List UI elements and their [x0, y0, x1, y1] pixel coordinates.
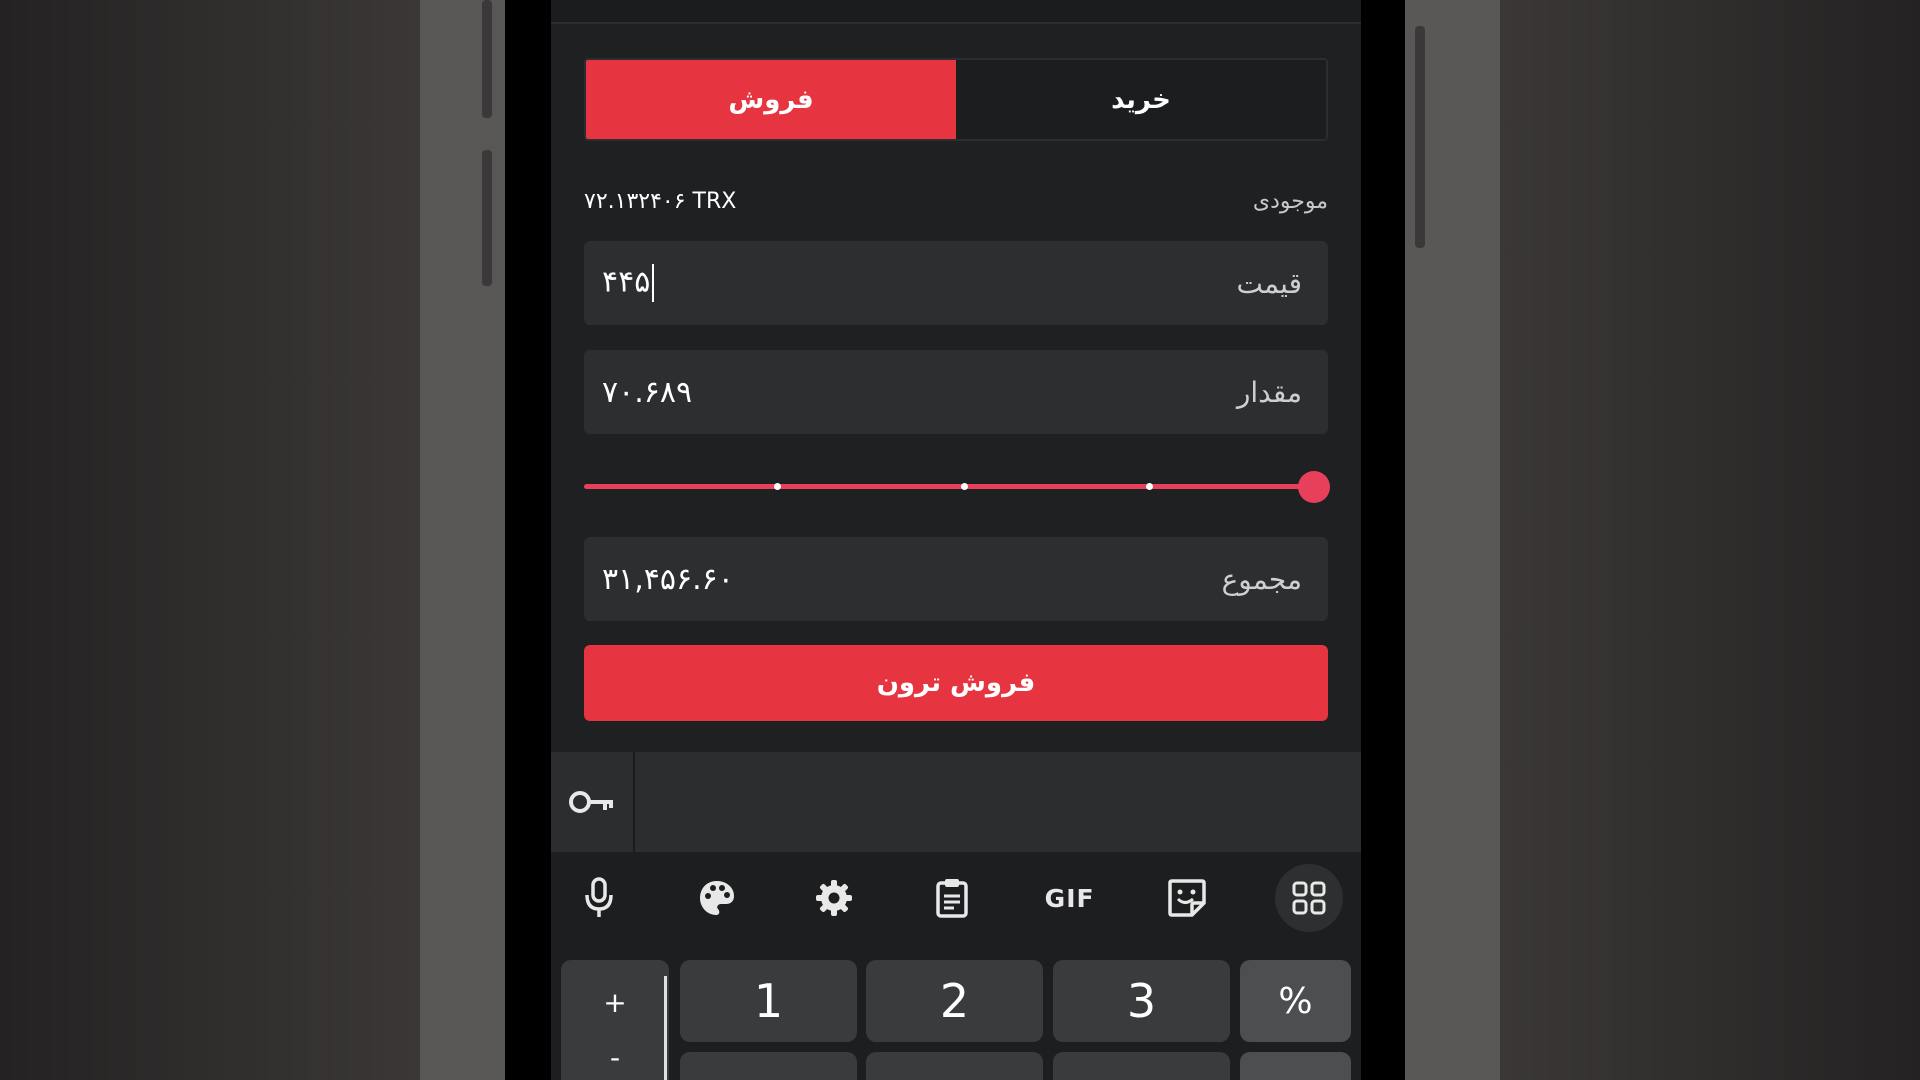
key-percent-label: % [1278, 980, 1313, 1022]
key-6[interactable] [1053, 1052, 1230, 1080]
balance-row: ۷۲.۱۳۲۴۰۶ TRX موجودی [584, 183, 1328, 219]
slider-tick-75[interactable] [1146, 483, 1153, 490]
clipboard-icon [936, 879, 968, 918]
price-value: ۴۴۵ [602, 264, 651, 300]
total-value: ۳۱,۴۵۶.۶۰ [602, 561, 734, 597]
sell-tron-label: فروش ترون [876, 668, 1036, 698]
apps-button[interactable] [1274, 864, 1343, 932]
amount-label: مقدار [1236, 375, 1302, 409]
slider-tick-25[interactable] [774, 483, 781, 490]
gear-icon [816, 880, 853, 916]
microphone-icon [585, 877, 613, 917]
tab-buy-label: خرید [1111, 84, 1171, 115]
price-label: قیمت [1236, 266, 1302, 300]
key-divider [664, 976, 667, 1080]
total-label: مجموع [1221, 562, 1302, 596]
key-2-label: 2 [939, 974, 970, 1028]
balance-value: ۷۲.۱۳۲۴۰۶ TRX [584, 188, 737, 214]
top-strip [551, 0, 1361, 24]
apps-grid-icon [1292, 881, 1326, 915]
total-field[interactable]: ۳۱,۴۵۶.۶۰ مجموع [584, 537, 1328, 621]
keyboard-toolbar: GIF [551, 852, 1361, 944]
sell-tron-button[interactable]: فروش ترون [584, 645, 1328, 721]
phone-side-right [1405, 0, 1500, 1080]
key-1-label: 1 [753, 974, 784, 1028]
plus-minus-key[interactable]: + - [561, 960, 669, 1080]
microphone-button[interactable] [569, 868, 629, 928]
key-symbol[interactable] [1240, 1052, 1351, 1080]
amount-value: ۷۰.۶۸۹ [602, 374, 693, 410]
keyboard-suggestion-strip [551, 752, 1361, 852]
key-2[interactable]: 2 [866, 960, 1043, 1042]
key-icon [569, 791, 613, 813]
numeric-keypad: + - 1 2 3 % [551, 944, 1361, 1080]
theme-button[interactable] [687, 868, 747, 928]
balance-label: موجودی [1252, 188, 1328, 214]
price-field[interactable]: ۴۴۵ قیمت [584, 241, 1328, 325]
gif-button[interactable]: GIF [1040, 868, 1100, 928]
plus-label: + [603, 986, 627, 1019]
slider-track [584, 484, 1312, 489]
minus-label: - [609, 1041, 621, 1074]
clipboard-button[interactable] [922, 868, 982, 928]
key-percent[interactable]: % [1240, 960, 1351, 1042]
trade-screen: فروش خرید ۷۲.۱۳۲۴۰۶ TRX موجودی ۴۴۵ قیمت … [551, 0, 1361, 1080]
key-5[interactable] [866, 1052, 1043, 1080]
text-caret [652, 264, 655, 302]
key-3[interactable]: 3 [1053, 960, 1230, 1042]
key-1[interactable]: 1 [680, 960, 857, 1042]
sticker-icon [1168, 879, 1207, 917]
slider-tick-50[interactable] [961, 483, 968, 490]
background-right [1500, 0, 1920, 1080]
trade-tabs: فروش خرید [584, 58, 1328, 141]
sticker-button[interactable] [1157, 868, 1217, 928]
settings-button[interactable] [804, 868, 864, 928]
key-4[interactable] [680, 1052, 857, 1080]
tab-sell[interactable]: فروش [586, 60, 956, 139]
gif-label: GIF [1044, 883, 1095, 913]
key-3-label: 3 [1126, 974, 1157, 1028]
palette-icon [699, 881, 734, 915]
slider-thumb[interactable] [1298, 471, 1330, 503]
password-key-button[interactable] [551, 752, 635, 852]
amount-slider[interactable] [584, 466, 1330, 506]
tab-buy[interactable]: خرید [956, 60, 1326, 139]
phone-side-left [420, 0, 505, 1080]
background-left [0, 0, 420, 1080]
phone-button [482, 0, 492, 118]
amount-field[interactable]: ۷۰.۶۸۹ مقدار [584, 350, 1328, 434]
tab-sell-label: فروش [728, 84, 814, 115]
phone-button [482, 150, 492, 286]
phone-button [1415, 26, 1425, 248]
